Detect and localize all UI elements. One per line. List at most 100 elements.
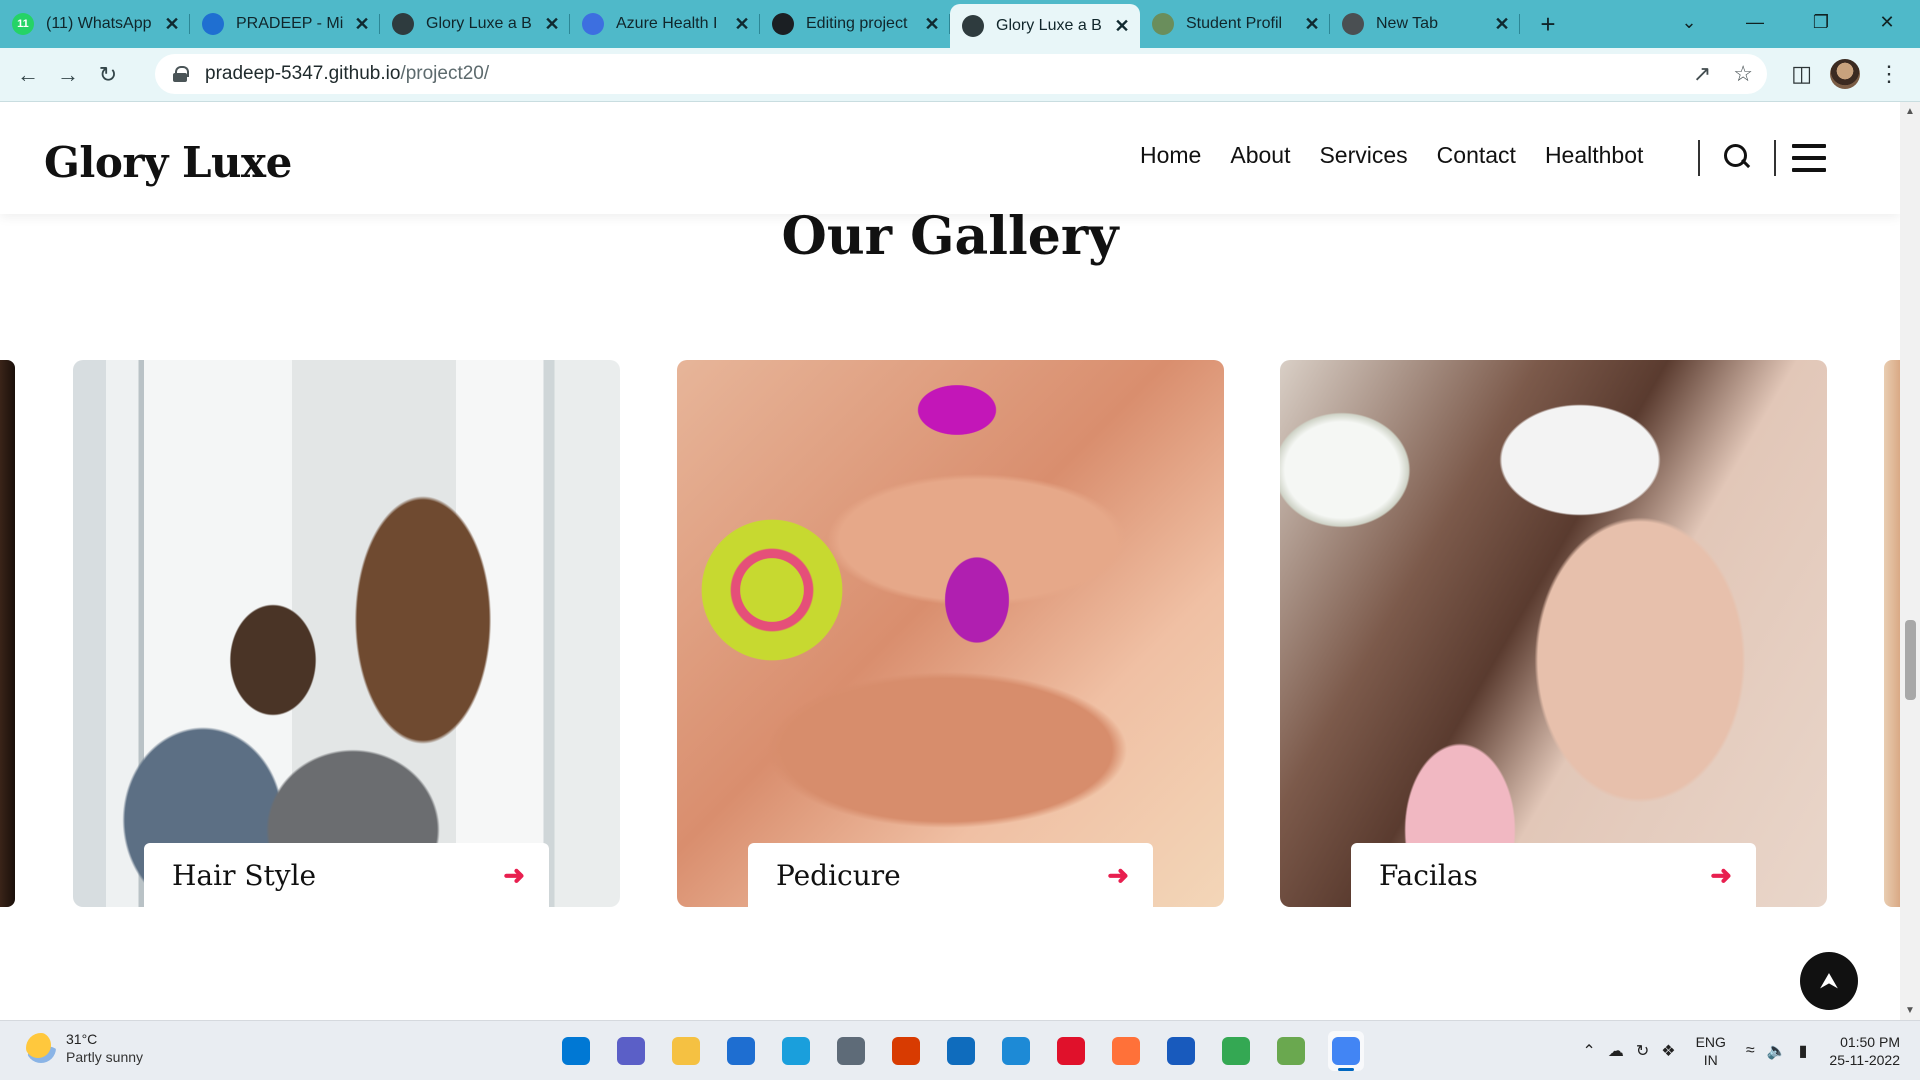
edge-icon-glyph xyxy=(782,1037,810,1065)
start-button[interactable] xyxy=(558,1031,594,1071)
rdp-icon[interactable] xyxy=(998,1031,1034,1071)
nav-about[interactable]: About xyxy=(1230,142,1290,169)
profile-avatar[interactable] xyxy=(1830,59,1860,89)
chrome-icon[interactable] xyxy=(1218,1031,1254,1071)
firefox-icon[interactable] xyxy=(1108,1031,1144,1071)
close-icon[interactable]: ✕ xyxy=(734,14,750,35)
card-label: Facilas ➜ xyxy=(1351,843,1756,907)
hamburger-menu-icon[interactable] xyxy=(1792,144,1826,172)
browser-tab[interactable]: Student Profil ✕ xyxy=(1140,4,1330,44)
tab-title: Azure Health I xyxy=(616,15,718,32)
tab-search-icon[interactable]: ⌄ xyxy=(1656,0,1722,44)
weather-widget[interactable]: 31°C Partly sunny xyxy=(26,1031,143,1065)
system-tray: ⌃ ☁ ↻ ❖ ENG IN ≈ 🔈 ▮ 01:50 PM 25-11-2022 xyxy=(1576,1021,1920,1081)
github-icon xyxy=(772,13,794,35)
new-tab-button[interactable]: + xyxy=(1528,4,1568,44)
opera-icon[interactable] xyxy=(1053,1031,1089,1071)
chevron-up-icon[interactable]: ⌃ xyxy=(1582,1041,1595,1061)
minimize-icon[interactable]: — xyxy=(1722,0,1788,44)
browser-menu-icon[interactable]: ⋮ xyxy=(1878,61,1900,87)
close-window-icon[interactable]: ✕ xyxy=(1854,0,1920,44)
tab-title: Glory Luxe a B xyxy=(426,15,532,32)
close-icon[interactable]: ✕ xyxy=(924,14,940,35)
site-logo[interactable]: Glory Luxe xyxy=(44,138,292,187)
side-panel-icon[interactable]: ◫ xyxy=(1791,61,1812,87)
gallery-next-card-partial xyxy=(1884,360,1900,907)
close-icon[interactable]: ✕ xyxy=(354,14,370,35)
sync-icon[interactable]: ↻ xyxy=(1636,1041,1649,1061)
arrow-right-icon[interactable]: ➜ xyxy=(1107,860,1129,891)
bookmark-star-icon[interactable]: ☆ xyxy=(1733,61,1753,87)
gallery-card-pedicure[interactable]: Pedicure ➜ xyxy=(677,360,1224,907)
chrome-profile-icon-glyph xyxy=(1332,1037,1360,1065)
back-icon[interactable]: ← xyxy=(8,55,48,95)
microsoft-store-icon-glyph xyxy=(727,1037,755,1065)
gallery-card-facials[interactable]: Facilas ➜ xyxy=(1280,360,1827,907)
dropbox-icon[interactable]: ❖ xyxy=(1661,1041,1675,1061)
tab-title: (11) WhatsApp xyxy=(46,15,152,32)
restore-icon[interactable]: ❐ xyxy=(1788,0,1854,44)
close-icon[interactable]: ✕ xyxy=(544,14,560,35)
close-icon[interactable]: ✕ xyxy=(164,14,180,35)
browser-tab[interactable]: Editing project ✕ xyxy=(760,4,950,44)
gallery-title: Our Gallery xyxy=(781,206,1119,267)
close-icon[interactable]: ✕ xyxy=(1114,16,1130,37)
lock-icon[interactable] xyxy=(173,66,189,82)
microsoft-store-icon[interactable] xyxy=(723,1031,759,1071)
site-header: Glory Luxe Home About Services Contact H… xyxy=(0,102,1900,214)
scroll-down-icon[interactable]: ▼ xyxy=(1905,1005,1915,1016)
arrow-right-icon[interactable]: ➜ xyxy=(1710,860,1732,891)
word-icon[interactable] xyxy=(1163,1031,1199,1071)
search-icon[interactable] xyxy=(1724,144,1752,172)
scroll-to-top-button[interactable]: ⮝ xyxy=(1800,952,1858,1010)
battery-icon[interactable]: ▮ xyxy=(1799,1041,1808,1061)
tab-title: Editing project xyxy=(806,15,908,32)
file-explorer-icon[interactable] xyxy=(668,1031,704,1071)
page-scrollbar[interactable]: ▲ ▼ xyxy=(1900,102,1920,1020)
app-icon[interactable] xyxy=(1273,1031,1309,1071)
browser-tab[interactable]: PRADEEP - Mi ✕ xyxy=(190,4,380,44)
browser-tab[interactable]: Glory Luxe a B ✕ xyxy=(380,4,570,44)
share-icon[interactable]: ↗ xyxy=(1693,61,1711,87)
close-icon[interactable]: ✕ xyxy=(1304,14,1320,35)
nav-home[interactable]: Home xyxy=(1140,142,1201,169)
gallery-card-hair-style[interactable]: Hair Style ➜ xyxy=(73,360,620,907)
browser-tab[interactable]: Glory Luxe a B ✕ xyxy=(950,4,1140,48)
browser-tab-strip: 11 (11) WhatsApp ✕ PRADEEP - Mi ✕ Glory Luxe … xyxy=(0,0,1920,48)
nav-services[interactable]: Services xyxy=(1319,142,1407,169)
teams-chat-icon[interactable] xyxy=(613,1031,649,1071)
nav-divider xyxy=(1774,140,1776,176)
arrow-right-icon[interactable]: ➜ xyxy=(503,860,525,891)
pinned-apps xyxy=(558,1031,1364,1071)
scrollbar-thumb[interactable] xyxy=(1905,620,1916,700)
office-icon[interactable] xyxy=(888,1031,924,1071)
card-title: Pedicure xyxy=(776,858,901,892)
wifi-icon[interactable]: ≈ xyxy=(1746,1042,1755,1060)
reload-icon[interactable]: ↻ xyxy=(88,55,128,95)
volume-icon[interactable]: 🔈 xyxy=(1767,1041,1787,1061)
mail-icon[interactable] xyxy=(943,1031,979,1071)
chrome-profile-icon[interactable] xyxy=(1328,1031,1364,1071)
onedrive-icon[interactable]: ☁ xyxy=(1608,1041,1624,1061)
forward-icon[interactable]: → xyxy=(48,55,88,95)
scroll-up-icon[interactable]: ▲ xyxy=(1905,106,1915,117)
date: 25-11-2022 xyxy=(1829,1052,1900,1068)
clock[interactable]: 01:50 PM 25-11-2022 xyxy=(1829,1033,1900,1069)
file-explorer-icon-glyph xyxy=(672,1037,700,1065)
language-indicator[interactable]: ENG IN xyxy=(1696,1033,1726,1069)
gallery-prev-card-partial xyxy=(0,360,15,907)
browser-tab[interactable]: Azure Health I ✕ xyxy=(570,4,760,44)
teams-chat-icon-glyph xyxy=(617,1037,645,1065)
nav-contact[interactable]: Contact xyxy=(1437,142,1516,169)
nav-divider xyxy=(1698,140,1700,176)
address-bar[interactable]: pradeep-5347.github.io/project20/ ↗ ☆ xyxy=(155,54,1767,94)
opera-icon-glyph xyxy=(1057,1037,1085,1065)
close-icon[interactable]: ✕ xyxy=(1494,14,1510,35)
browser-tab[interactable]: 11 (11) WhatsApp ✕ xyxy=(0,4,190,44)
url-host: pradeep-5347.github.io xyxy=(205,63,401,84)
settings-icon[interactable] xyxy=(833,1031,869,1071)
nav-healthbot[interactable]: Healthbot xyxy=(1545,142,1643,169)
edge-icon[interactable] xyxy=(778,1031,814,1071)
browser-tab[interactable]: New Tab ✕ xyxy=(1330,4,1520,44)
azure-health-icon xyxy=(582,13,604,35)
